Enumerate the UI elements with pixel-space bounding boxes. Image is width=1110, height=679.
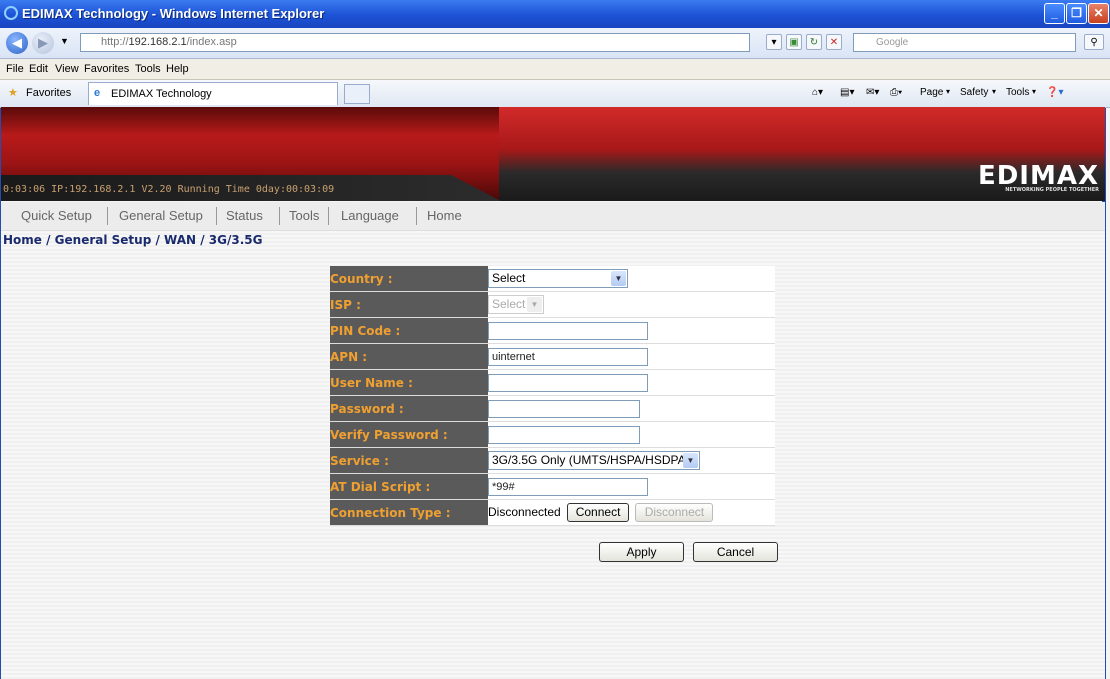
menu-tools[interactable]: Tools <box>135 63 161 75</box>
nav-general-setup[interactable]: General Setup <box>119 208 203 223</box>
favorites-button[interactable]: Favorites <box>26 87 71 99</box>
username-label: User Name : <box>330 369 488 396</box>
username-field[interactable] <box>488 373 648 392</box>
connect-button[interactable]: Connect <box>567 503 630 522</box>
nav-home[interactable]: Home <box>427 208 462 223</box>
apply-button[interactable]: Apply <box>599 542 684 562</box>
minimize-button[interactable]: _ <box>1044 3 1065 24</box>
menu-edit[interactable]: Edit <box>29 63 48 75</box>
forward-button[interactable]: ▶ <box>32 32 54 54</box>
main-nav: Quick Setup General Setup Status Tools L… <box>1 202 1105 231</box>
apn-field[interactable]: uinternet <box>488 347 648 366</box>
chevron-down-icon: ▼ <box>527 297 542 312</box>
menu-help[interactable]: Help <box>166 63 189 75</box>
service-select-value: 3G/3.5G Only (UMTS/HSPA/HSDPA) <box>492 453 690 467</box>
wan-3g-form: Country : Select ▼ ISP : Select ▼ PIN Code… <box>330 266 775 526</box>
menu-file[interactable]: File <box>6 63 24 75</box>
nav-separator <box>279 207 280 225</box>
compatibility-icon[interactable]: ▣ <box>786 34 802 50</box>
menu-view[interactable]: View <box>55 63 79 75</box>
menu-bar: File Edit View Favorites Tools Help <box>0 59 1110 80</box>
nav-separator <box>216 207 217 225</box>
print-icon[interactable]: ⎙▾ <box>890 87 902 98</box>
home-icon[interactable]: ⌂▾ <box>812 87 823 98</box>
url-host: 192.168.2.1 <box>128 36 187 48</box>
safety-menu-arrow-icon: ▾ <box>992 87 997 96</box>
nav-status[interactable]: Status <box>226 208 263 223</box>
url-path: /index.asp <box>186 36 237 48</box>
password-field[interactable] <box>488 399 640 418</box>
nav-language[interactable]: Language <box>341 208 399 223</box>
stop-icon[interactable]: ✕ <box>826 34 842 50</box>
browser-tab[interactable]: e EDIMAX Technology <box>88 82 338 105</box>
edimax-logo: EDIMAX NETWORKING PEOPLE TOGETHER <box>978 161 1099 193</box>
pin-label: PIN Code : <box>330 317 488 344</box>
url-prefix: http:// <box>101 36 129 48</box>
close-button[interactable]: ✕ <box>1088 3 1109 24</box>
search-placeholder: Google <box>876 37 909 48</box>
window-title: EDIMAX Technology - Windows Internet Exp… <box>22 6 325 21</box>
search-icon[interactable]: ⚲ <box>1084 34 1104 50</box>
search-input[interactable]: Google <box>853 33 1076 52</box>
isp-select-value: Select <box>492 297 526 311</box>
help-icon[interactable]: ❓▾ <box>1046 87 1063 98</box>
isp-label: ISP : <box>330 291 488 318</box>
at-dial-script-field[interactable]: *99# <box>488 477 648 496</box>
ie-icon <box>4 6 18 20</box>
service-select[interactable]: 3G/3.5G Only (UMTS/HSPA/HSDPA) ▼ <box>488 451 700 470</box>
menu-favorites[interactable]: Favorites <box>84 63 129 75</box>
mail-icon[interactable]: ✉▾ <box>866 87 879 98</box>
verify-password-label: Verify Password : <box>330 421 488 448</box>
tools-menu-arrow-icon: ▾ <box>1032 87 1037 96</box>
dropdown-icon[interactable]: ▾ <box>766 34 782 50</box>
favorites-bar: ★ Favorites e EDIMAX Technology ⌂▾ ▤▾ ✉▾… <box>0 80 1110 108</box>
password-label: Password : <box>330 395 488 422</box>
router-banner: 0:03:06 IP:192.168.2.1 V2.20 Running Tim… <box>1 107 1105 201</box>
history-dropdown-icon[interactable]: ▼ <box>60 36 69 46</box>
service-label: Service : <box>330 447 488 474</box>
connection-status: Disconnected <box>488 505 561 519</box>
refresh-icon[interactable]: ↻ <box>806 34 822 50</box>
new-tab-button[interactable] <box>344 84 370 104</box>
country-select-value: Select <box>492 271 526 285</box>
address-input[interactable]: http://192.168.2.1/index.asp <box>80 33 750 52</box>
connection-type-label: Connection Type : <box>330 499 488 526</box>
maximize-button[interactable]: ❐ <box>1066 3 1087 24</box>
safety-menu[interactable]: Safety <box>960 87 988 98</box>
cancel-button[interactable]: Cancel <box>693 542 778 562</box>
tab-title: EDIMAX Technology <box>111 88 212 100</box>
tools-menu[interactable]: Tools <box>1006 87 1029 98</box>
isp-select[interactable]: Select ▼ <box>488 295 544 314</box>
ie-tab-icon: e <box>94 87 101 99</box>
status-info: 0:03:06 IP:192.168.2.1 V2.20 Running Tim… <box>3 184 335 195</box>
chevron-down-icon: ▼ <box>611 271 626 286</box>
back-button[interactable]: ◀ <box>6 32 28 54</box>
title-bar: EDIMAX Technology - Windows Internet Exp… <box>0 0 1110 28</box>
favorites-star-icon: ★ <box>8 87 18 99</box>
pin-code-field[interactable] <box>488 321 648 340</box>
page-menu[interactable]: Page <box>920 87 943 98</box>
disconnect-button[interactable]: Disconnect <box>635 503 714 522</box>
at-dial-script-label: AT Dial Script : <box>330 473 488 500</box>
chevron-down-icon: ▼ <box>683 453 698 468</box>
country-label: Country : <box>330 266 488 292</box>
nav-separator <box>107 207 108 225</box>
country-select[interactable]: Select ▼ <box>488 269 628 288</box>
nav-separator <box>416 207 417 225</box>
page-menu-arrow-icon: ▾ <box>946 87 951 96</box>
nav-separator <box>328 207 329 225</box>
nav-quick-setup[interactable]: Quick Setup <box>21 208 92 223</box>
breadcrumb: Home / General Setup / WAN / 3G/3.5G <box>3 233 263 247</box>
nav-tools[interactable]: Tools <box>289 208 319 223</box>
apn-label: APN : <box>330 343 488 370</box>
address-bar: ◀ ▶ ▼ http://192.168.2.1/index.asp ▾ ▣ ↻… <box>0 28 1110 59</box>
verify-password-field[interactable] <box>488 425 640 444</box>
feeds-icon[interactable]: ▤▾ <box>840 87 854 98</box>
